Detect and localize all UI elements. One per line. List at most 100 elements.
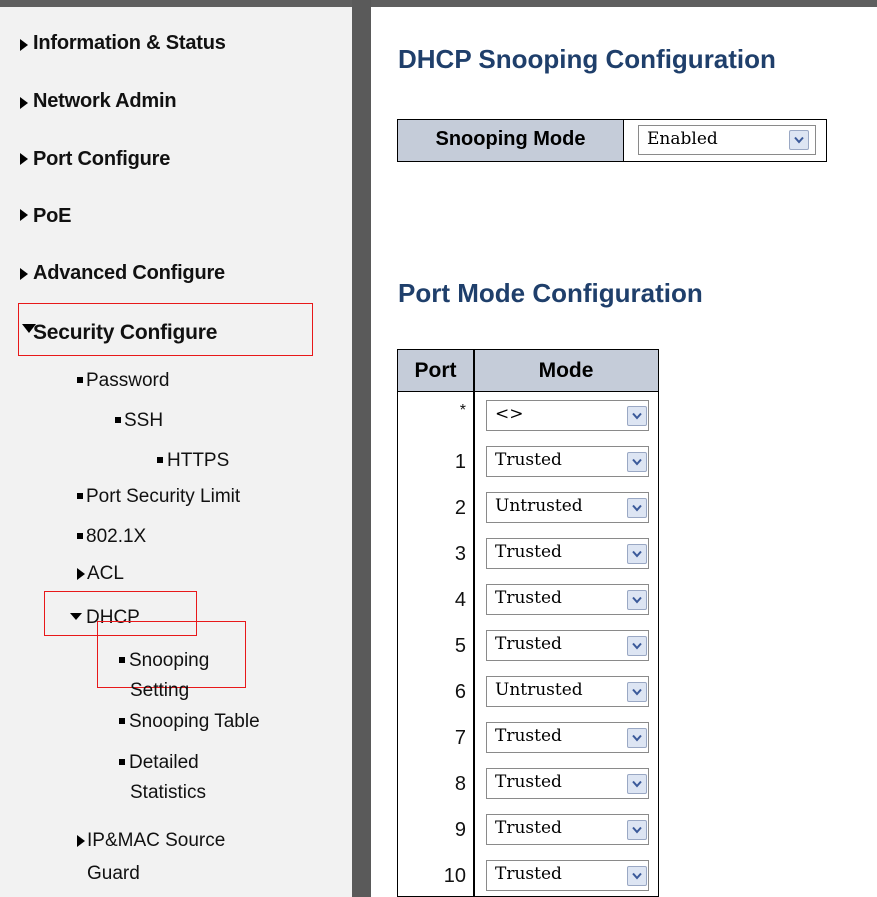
sidebar-item-ip-mac-source-guard[interactable]: IP&MAC Source: [87, 826, 225, 855]
chevron-down-icon[interactable]: [627, 820, 647, 840]
port-number: 5: [454, 635, 466, 657]
sidebar-item-security-configure[interactable]: Security Configure: [33, 321, 217, 345]
sidebar-item-information-status[interactable]: Information & Status: [33, 32, 226, 55]
sidebar-item-802-1x[interactable]: 802.1X: [86, 522, 146, 551]
caret-right-icon: [20, 39, 28, 51]
snooping-setting-line1: Snooping: [129, 650, 210, 671]
sidebar-item-advanced-configure[interactable]: Advanced Configure: [33, 262, 225, 285]
port-mode-select[interactable]: Trusted: [486, 860, 649, 891]
sidebar-item-snooping-table[interactable]: Snooping Table: [129, 707, 260, 736]
chevron-down-icon[interactable]: [627, 774, 647, 794]
port-mode-select[interactable]: Trusted: [486, 584, 649, 615]
port-mode-select[interactable]: Trusted: [486, 722, 649, 753]
port-mode-value: Untrusted: [495, 680, 583, 700]
bullet-icon: [77, 533, 83, 539]
chevron-down-icon[interactable]: [789, 130, 809, 150]
bullet-icon: [77, 377, 83, 383]
snooping-setting-line2[interactable]: Setting: [130, 676, 189, 705]
caret-right-icon: [20, 153, 28, 165]
table-row: 7 Trusted: [398, 716, 658, 762]
chevron-down-icon[interactable]: [627, 866, 647, 886]
table-row: 8 Trusted: [398, 762, 658, 808]
chevron-down-icon[interactable]: [627, 682, 647, 702]
table-row: * <>: [398, 394, 658, 440]
chevron-down-icon[interactable]: [627, 544, 647, 564]
detailed-statistics-line2[interactable]: Statistics: [130, 778, 206, 807]
table-row: 2 Untrusted: [398, 486, 658, 532]
caret-right-icon: [20, 209, 28, 221]
sidebar-item-acl[interactable]: ACL: [87, 559, 124, 588]
port-mode-value: Trusted: [495, 634, 562, 654]
port-mode-select[interactable]: Untrusted: [486, 676, 649, 707]
bullet-icon: [119, 718, 125, 724]
top-border: [0, 0, 877, 7]
port-mode-select[interactable]: Trusted: [486, 630, 649, 661]
port-mode-value: Trusted: [495, 772, 562, 792]
table-row: 1 Trusted: [398, 440, 658, 486]
bullet-icon: [119, 759, 125, 765]
port-mode-select[interactable]: Trusted: [486, 446, 649, 477]
caret-right-icon: [20, 97, 28, 109]
caret-right-icon: [20, 268, 28, 280]
table-row: 3 Trusted: [398, 532, 658, 578]
sidebar-item-snooping-setting[interactable]: Snooping: [129, 646, 209, 675]
port-number: 7: [454, 727, 466, 749]
chevron-down-icon[interactable]: [627, 728, 647, 748]
page-title: DHCP Snooping Configuration: [398, 44, 776, 74]
port-mode-value: Untrusted: [495, 496, 583, 516]
caret-right-icon: [77, 568, 85, 580]
sidebar-item-detailed-statistics[interactable]: Detailed: [129, 748, 199, 777]
port-mode-value: Trusted: [495, 542, 562, 562]
bullet-icon: [115, 417, 121, 423]
snooping-mode-select[interactable]: Enabled: [638, 125, 816, 155]
port-mode-select[interactable]: Trusted: [486, 814, 649, 845]
snooping-mode-value: Enabled: [647, 129, 718, 149]
table-row: 10 Trusted: [398, 854, 658, 896]
column-header-mode: Mode: [474, 350, 658, 392]
snooping-mode-table: Snooping Mode Enabled: [397, 119, 827, 162]
table-row: 9 Trusted: [398, 808, 658, 854]
sidebar-item-poe[interactable]: PoE: [33, 205, 71, 228]
chevron-down-icon[interactable]: [627, 452, 647, 472]
port-number: 4: [454, 589, 466, 611]
chevron-down-icon[interactable]: [627, 590, 647, 610]
port-number: 10: [443, 865, 466, 887]
bullet-icon: [157, 457, 163, 463]
snooping-mode-label: Snooping Mode: [398, 120, 624, 161]
port-number: 3: [454, 543, 466, 565]
port-mode-table: Port Mode * <> 1 Trusted 2 Untrusted 3 Trusted 4…: [397, 349, 659, 897]
port-mode-value: Trusted: [495, 450, 562, 470]
frame-divider[interactable]: [352, 0, 371, 897]
caret-right-icon: [77, 835, 85, 847]
sidebar-item-ssh[interactable]: SSH: [124, 406, 163, 435]
port-number: 9: [454, 819, 466, 841]
port-number: 8: [454, 773, 466, 795]
sidebar-item-port-security-limit[interactable]: Port Security Limit: [86, 482, 240, 511]
port-number: 6: [454, 681, 466, 703]
table-row: 5 Trusted: [398, 624, 658, 670]
table-row: 4 Trusted: [398, 578, 658, 624]
port-number: 2: [454, 497, 466, 519]
chevron-down-icon[interactable]: [627, 498, 647, 518]
chevron-down-icon[interactable]: [627, 406, 647, 426]
port-mode-value: <>: [495, 404, 524, 424]
sidebar-item-https[interactable]: HTTPS: [167, 446, 229, 475]
port-mode-select[interactable]: Trusted: [486, 538, 649, 569]
port-number: *: [459, 402, 466, 419]
bullet-icon: [77, 493, 83, 499]
sidebar-item-port-configure[interactable]: Port Configure: [33, 148, 170, 171]
sidebar-item-network-admin[interactable]: Network Admin: [33, 90, 177, 113]
section-title-port-mode: Port Mode Configuration: [398, 278, 703, 308]
chevron-down-icon[interactable]: [627, 636, 647, 656]
port-mode-value: Trusted: [495, 864, 562, 884]
port-mode-select[interactable]: Trusted: [486, 768, 649, 799]
port-mode-select[interactable]: <>: [486, 400, 649, 431]
column-header-port: Port: [398, 350, 473, 392]
caret-down-icon: [70, 613, 82, 620]
port-mode-value: Trusted: [495, 726, 562, 746]
ip-mac-source-guard-line2[interactable]: Guard: [87, 859, 140, 888]
sidebar-item-password[interactable]: Password: [86, 366, 169, 395]
table-row: 6 Untrusted: [398, 670, 658, 716]
port-mode-value: Trusted: [495, 588, 562, 608]
port-mode-select[interactable]: Untrusted: [486, 492, 649, 523]
